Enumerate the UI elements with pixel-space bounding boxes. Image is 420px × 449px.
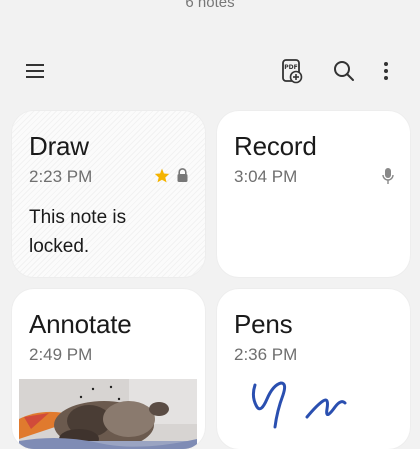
more-vert-icon [384,62,388,80]
note-card-draw[interactable]: Draw 2:23 PM This note is locked. [12,111,205,277]
note-card-annotate[interactable]: Annotate 2:49 PM [12,289,205,449]
more-options-button[interactable] [371,56,401,86]
toolbar: PDF [0,56,420,86]
cat-photo [19,379,197,449]
svg-text:PDF: PDF [284,64,297,71]
note-time: 2:36 PM [234,345,298,364]
menu-button[interactable] [20,56,50,86]
note-count: 6 notes [185,0,235,11]
note-time: 2:49 PM [29,345,93,364]
note-time: 3:04 PM [234,167,298,186]
pdf-add-icon: PDF [282,59,303,84]
note-title: Draw [29,131,89,161]
search-button[interactable] [329,56,359,86]
search-icon [334,61,354,81]
import-pdf-button[interactable]: PDF [277,56,307,86]
lock-icon [177,168,188,182]
note-image-thumbnail [19,379,197,449]
note-title: Pens [234,309,293,339]
star-icon [154,168,170,183]
pen-drawing [251,381,347,429]
note-time: 2:23 PM [29,167,93,186]
note-card-pens[interactable]: Pens 2:36 PM [217,289,410,449]
note-card-record[interactable]: Record 3:04 PM [217,111,410,277]
note-title: Annotate [29,309,132,339]
note-preview: This note is locked. [29,207,127,257]
microphone-icon [382,168,394,184]
note-title: Record [234,131,317,161]
menu-icon [26,64,44,78]
